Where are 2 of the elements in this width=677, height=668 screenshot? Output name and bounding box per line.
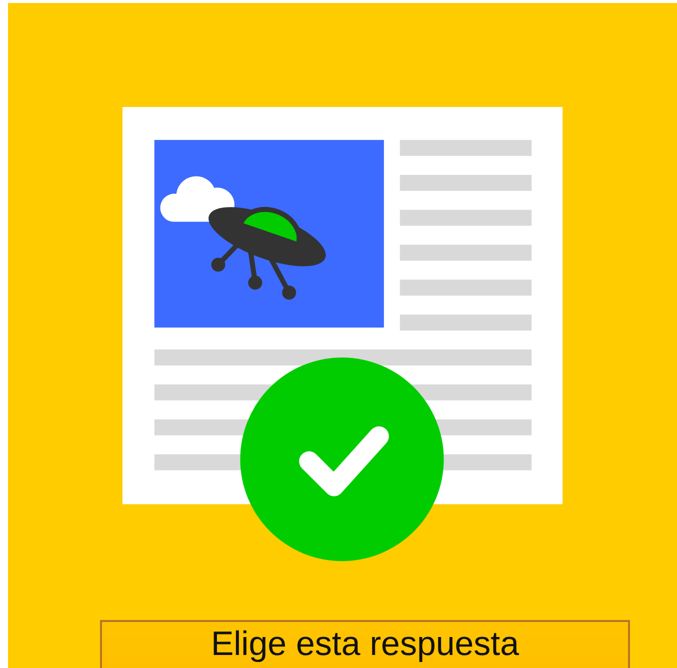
check-icon (240, 358, 444, 562)
answer-button[interactable]: Elige esta respuesta (100, 620, 630, 668)
